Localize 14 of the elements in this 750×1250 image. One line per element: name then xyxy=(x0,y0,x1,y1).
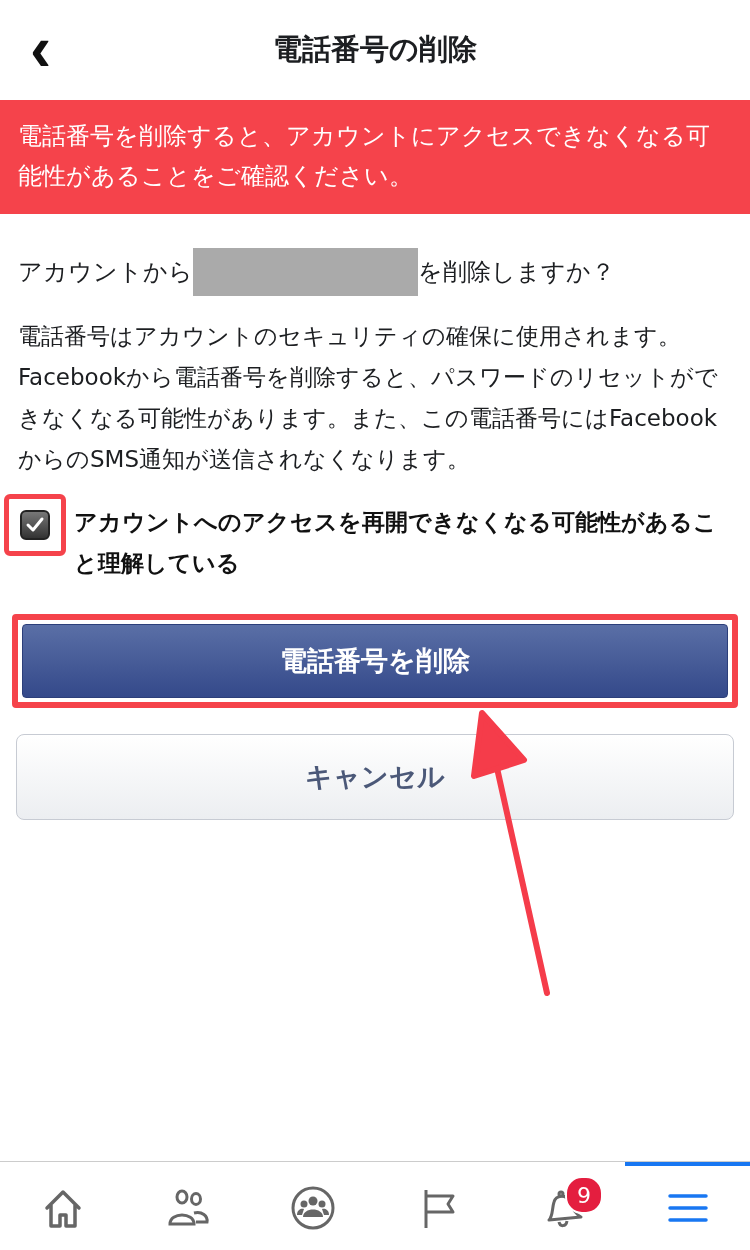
back-button[interactable]: ‹ xyxy=(22,20,60,76)
description-text: 電話番号はアカウントのセキュリティの確保に使用されます。Facebookから電話番号を削除すると、パスワードのリセットができなくなる可能性があります。また、この電話番号にはFacebookからのSMS通知が送信されなくなります。 xyxy=(17,322,720,474)
checkbox[interactable] xyxy=(20,510,50,540)
question-text: を削除しますか？ xyxy=(418,257,615,288)
checkbox-label: アカウントへのアクセスを再開できなくなる可能性があること理解している xyxy=(74,508,718,578)
page-title: 電話番号の削除 xyxy=(273,31,477,68)
warning-banner: 電話番号を削除すると、アカウントにアクセスできなくなる可能性があることをご確認ください。 xyxy=(0,100,750,214)
cancel-button[interactable]: キャンセル xyxy=(16,734,734,820)
delete-button[interactable]: 電話番号を削除 xyxy=(22,624,728,698)
highlight-frame xyxy=(4,494,66,556)
notification-badge: 9 xyxy=(565,1176,603,1214)
question-text: アカウントから xyxy=(18,257,193,288)
group-icon xyxy=(290,1186,335,1230)
notifications-tab[interactable]: 9 xyxy=(500,1162,625,1250)
